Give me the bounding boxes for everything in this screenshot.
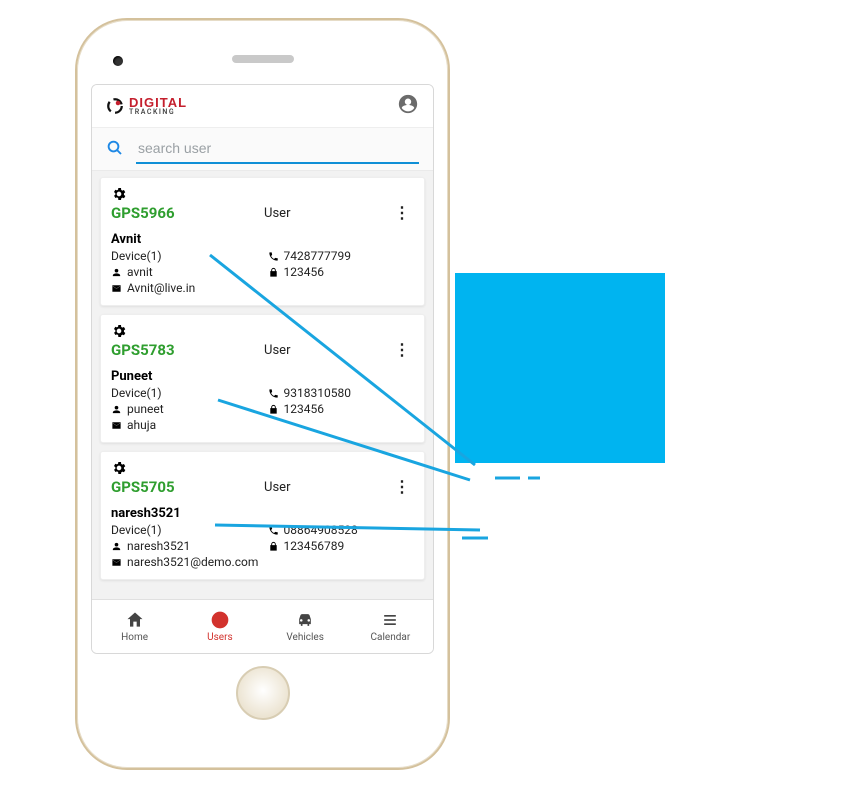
username-value: naresh3521 (111, 539, 258, 553)
phone-value: 9318310580 (268, 386, 415, 400)
mail-icon (111, 283, 122, 294)
logo-text-secondary: TRACKING (129, 109, 187, 115)
nav-vehicles[interactable]: Vehicles (263, 610, 348, 643)
password-value: 123456789 (268, 539, 415, 553)
brand-logo: DIGITAL TRACKING (106, 97, 187, 115)
phone-bezel-top (91, 34, 434, 84)
search-bar (92, 128, 433, 171)
device-count: Device(1) (111, 523, 258, 537)
username-value: puneet (111, 402, 258, 416)
phone-value: 7428777799 (268, 249, 415, 263)
phone-icon (268, 525, 279, 536)
lock-icon (268, 404, 279, 415)
kebab-menu-icon[interactable]: ⋮ (390, 342, 414, 358)
nav-users[interactable]: Users (177, 610, 262, 643)
person-icon (111, 541, 122, 552)
gear-icon[interactable] (111, 460, 127, 480)
bottom-nav: Home Users Vehicles Calendar (92, 599, 433, 653)
user-list: GPS5966 User ⋮ Avnit Device(1) 742877779… (92, 171, 433, 599)
device-count: Device(1) (111, 249, 258, 263)
kebab-menu-icon[interactable]: ⋮ (390, 205, 414, 221)
nav-calendar[interactable]: Calendar (348, 610, 433, 643)
user-name: Puneet (111, 369, 414, 384)
user-role: User (165, 343, 390, 358)
email-value: naresh3521@demo.com (111, 555, 414, 569)
nav-label: Calendar (371, 632, 411, 643)
user-card: GPS5705 User ⋮ naresh3521 Device(1) 0886… (100, 451, 425, 580)
person-icon (111, 404, 122, 415)
kebab-menu-icon[interactable]: ⋮ (390, 479, 414, 495)
phone-frame: DIGITAL TRACKING (75, 18, 450, 770)
app-screen: DIGITAL TRACKING (91, 84, 434, 654)
gear-icon[interactable] (111, 186, 127, 206)
app-header: DIGITAL TRACKING (92, 85, 433, 128)
nav-label: Users (207, 632, 233, 643)
phone-icon (268, 388, 279, 399)
email-value: ahuja (111, 418, 414, 432)
logo-icon (106, 97, 124, 115)
nav-home[interactable]: Home (92, 610, 177, 643)
speaker-grille (232, 55, 294, 63)
device-count: Device(1) (111, 386, 258, 400)
phone-value: 08864908528 (268, 523, 415, 537)
mail-icon (111, 557, 122, 568)
callout-box (455, 273, 665, 463)
search-input[interactable] (138, 140, 417, 156)
logo-text-primary: DIGITAL (129, 97, 187, 109)
user-name: Avnit (111, 232, 414, 247)
email-value: Avnit@live.in (111, 281, 414, 295)
nav-label: Vehicles (286, 632, 324, 643)
lock-icon (268, 267, 279, 278)
username-value: avnit (111, 265, 258, 279)
user-card: GPS5783 User ⋮ Puneet Device(1) 93183105… (100, 314, 425, 443)
user-role: User (165, 206, 390, 221)
person-icon (111, 267, 122, 278)
password-value: 123456 (268, 265, 415, 279)
user-role: User (165, 480, 390, 495)
mail-icon (111, 420, 122, 431)
phone-icon (268, 251, 279, 262)
callout-label (640, 505, 810, 531)
lock-icon (268, 541, 279, 552)
gear-icon[interactable] (111, 323, 127, 343)
user-name: naresh3521 (111, 506, 414, 521)
hardware-home-button[interactable] (236, 666, 290, 720)
user-card: GPS5966 User ⋮ Avnit Device(1) 742877779… (100, 177, 425, 306)
nav-label: Home (121, 632, 148, 643)
account-icon[interactable] (397, 93, 419, 119)
search-icon[interactable] (106, 139, 124, 161)
password-value: 123456 (268, 402, 415, 416)
front-camera (113, 56, 123, 66)
